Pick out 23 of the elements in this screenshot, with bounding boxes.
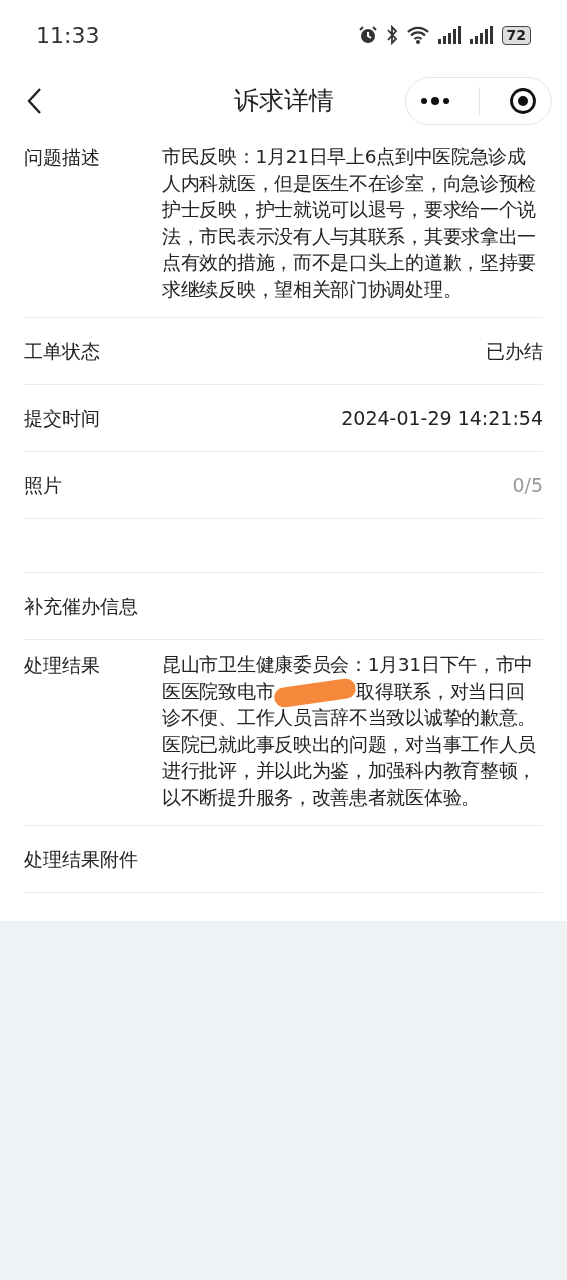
field-label: 工单状态 [24, 338, 101, 364]
field-value: 已办结 [486, 338, 543, 364]
battery-indicator: 72 [501, 25, 531, 45]
field-label: 处理结果附件 [24, 846, 139, 872]
field-label: 补充催办信息 [24, 593, 139, 619]
status-time: 11:33 [36, 21, 100, 50]
back-icon[interactable] [26, 87, 42, 115]
field-label: 处理结果 [24, 653, 101, 678]
signal-icon [437, 26, 462, 44]
field-label: 照片 [24, 472, 63, 498]
field-value: 昆山市卫生健康委员会：1月31日下午，市中医医院致电市 取得联系，对当日回诊不便、工作人员言辞不当致以诚挚的歉意。医院已就此事反映出的问题，对当事工作人员进行批评，并以此为鉴，加强科内教育整顿，以不断提升服务，改善患者就医体验。 [162, 653, 537, 810]
close-icon[interactable] [508, 87, 537, 115]
more-icon[interactable] [420, 96, 451, 106]
alarm-icon [357, 25, 378, 45]
field-value: 0/5 [512, 472, 543, 498]
page-title: 诉求详情 [233, 85, 334, 118]
field-label: 问题描述 [24, 145, 101, 170]
bluetooth-icon [385, 25, 398, 45]
signal-icon [469, 26, 494, 44]
field-label: 提交时间 [24, 405, 101, 431]
field-value: 2024-01-29 14:21:54 [341, 405, 543, 431]
field-value: 市民反映：1月21日早上6点到中医院急诊成人内科就医，但是医生不在诊室，向急诊预检护士反映，护士就说可以退号，要求给一个说法，市民表示没有人与其联系，其要求拿出一点有效的措施，而不是口头上的道歉，坚持要求继续反映，望相关部门协调处理。 [162, 145, 537, 302]
wifi-icon [405, 25, 430, 45]
